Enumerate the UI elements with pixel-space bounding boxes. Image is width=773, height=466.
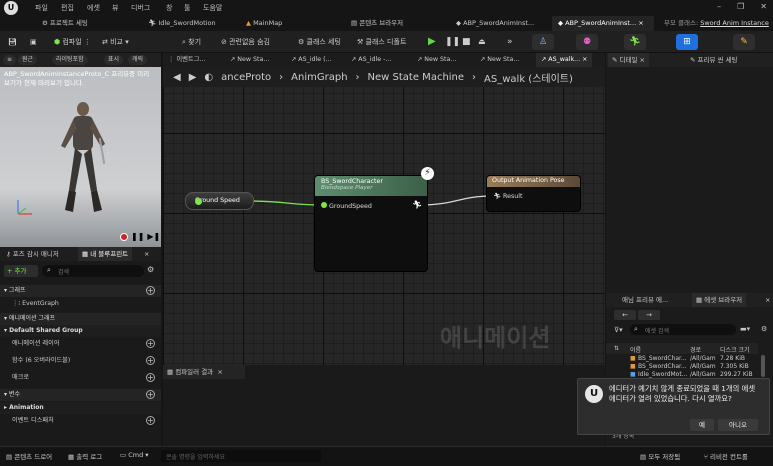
compiler-results-panel: ▦ 컴파일러 결과 ×	[163, 365, 605, 446]
content-drawer-button[interactable]: ▤ 콘텐츠 드로어	[6, 451, 52, 461]
pencil-icon: ✎	[690, 56, 698, 64]
node-output-pose[interactable]: Output Animation Pose 🏃︎ Result	[486, 175, 581, 212]
forward-arrow-icon[interactable]: →	[638, 310, 660, 320]
back-arrow-icon[interactable]: ←	[614, 310, 636, 320]
column-name[interactable]: 이름	[630, 345, 641, 354]
asset-icon: ■	[630, 363, 636, 370]
drawer-label: 콘텐츠 드로어	[14, 453, 53, 461]
close-tab-icon[interactable]: ×	[761, 293, 773, 307]
console-input[interactable]: 콘솔 명령을 입력하세요	[161, 450, 321, 462]
asset-path: /All/Gam	[690, 355, 716, 362]
output-log-button[interactable]: ▦ 출력 로그	[68, 451, 102, 461]
asset-search-input[interactable]: ⌕ 에셋 검색	[630, 324, 736, 335]
yes-button[interactable]: 예	[690, 419, 714, 431]
console-placeholder: 콘솔 명령을 입력하세요	[166, 454, 226, 461]
node-title: Output Animation Pose	[487, 176, 580, 187]
fast-path-icon: ⚡︎	[421, 167, 434, 180]
asset-table-body: ■ BS_SwordChar... /All/Gam 7.28 KiB ■ BS…	[606, 355, 758, 379]
save-all-label: 모두 저장됨	[648, 453, 681, 461]
node-ground-speed[interactable]: Ground Speed	[185, 192, 254, 210]
input-pin-row[interactable]: GroundSpeed	[321, 202, 372, 210]
details-tabs: ✎ 디테일 × ✎ 프리뷰 씬 세팅	[606, 53, 773, 67]
sort-icon: ⇅	[614, 345, 620, 352]
tab-label: 컴파일러 결과	[175, 368, 214, 376]
node-title: BS_SwordCharacter	[321, 178, 383, 185]
asset-size: 7.28 KiB	[720, 355, 745, 362]
close-tab-icon[interactable]: ×	[217, 368, 222, 376]
restore-notification: U 에디터가 예기치 않게 종료되었을 때 1개의 에셋 에디터가 열려 있었습…	[577, 378, 770, 435]
console-icon: ▭	[120, 451, 129, 459]
revision-control-button[interactable]: ⑂ 리비전 컨트롤	[704, 451, 748, 461]
files-icon: ▤	[640, 453, 649, 461]
result-pin-row[interactable]: 🏃︎ Result	[493, 192, 522, 200]
tab-label: 프리뷰 씬 세팅	[697, 56, 738, 64]
table-row[interactable]: ■ BS_SwordChar... /All/Gam 7.28 KiB	[606, 355, 758, 363]
asset-icon: ▦	[696, 296, 705, 304]
pose-input-pin-icon[interactable]: 🏃︎	[493, 193, 501, 200]
compiler-icon: ▦	[167, 368, 176, 376]
tab-compiler-results[interactable]: ▦ 컴파일러 결과 ×	[163, 365, 245, 379]
tab-anim-preview-editor[interactable]: 애님 프리뷰 에...	[618, 293, 672, 307]
scrollbar[interactable]	[761, 355, 765, 377]
wire-pose	[419, 195, 493, 206]
tab-asset-browser[interactable]: ▦ 에셋 브라우저	[692, 293, 747, 307]
unreal-logo-icon: U	[585, 385, 603, 403]
tab-details[interactable]: ✎ 디테일 ×	[608, 53, 649, 67]
pencil-icon: ✎	[612, 56, 620, 64]
asset-tabs: 애님 프리뷰 에... ▦ 에셋 브라우저 ×	[606, 293, 773, 307]
pin-label: Result	[503, 193, 523, 200]
tab-preview-scene-settings[interactable]: ✎ 프리뷰 씬 세팅	[686, 53, 742, 67]
column-size[interactable]: 디스크 크기	[720, 345, 750, 354]
output-pin-icon[interactable]	[195, 198, 202, 205]
revision-label: 리비전 컨트롤	[709, 453, 748, 461]
asset-path: /All/Gam	[690, 371, 716, 378]
asset-icon: ■	[630, 355, 636, 362]
asset-icon: ■	[630, 371, 636, 378]
folder-icon[interactable]: ▬▾	[740, 325, 750, 333]
close-tab-icon[interactable]: ×	[640, 56, 645, 64]
cmd-label: Cmd	[128, 451, 144, 459]
asset-table-header: ⇅ 이름 경로 디스크 크기	[606, 343, 758, 354]
tab-label: 에셋 브라우저	[704, 296, 743, 304]
pin-label: GroundSpeed	[329, 203, 372, 210]
node-blendspace-player[interactable]: BS_SwordCharacter Blendspace Player Grou…	[314, 175, 428, 272]
output-label: 출력 로그	[76, 453, 103, 461]
node-header: BS_SwordCharacter Blendspace Player	[315, 176, 427, 196]
asset-name: BS_SwordChar...	[638, 355, 687, 362]
search-placeholder: 에셋 검색	[645, 328, 669, 335]
node-subtitle: Blendspace Player	[321, 185, 373, 191]
cmd-button[interactable]: ▭ Cmd ▾	[120, 451, 149, 459]
no-button[interactable]: 아니오	[718, 419, 758, 431]
pose-output-pin-icon[interactable]: 🏃︎	[412, 200, 422, 209]
drawer-icon: ▤	[6, 453, 15, 461]
search-icon: ⌕	[634, 325, 638, 333]
save-all-status[interactable]: ▤ 모두 저장됨	[640, 451, 680, 461]
asset-size: 299.27 KiB	[720, 371, 753, 378]
filter-icon[interactable]: ⊽▾	[614, 326, 623, 334]
column-path[interactable]: 경로	[690, 345, 701, 354]
asset-name: BS_SwordChar...	[638, 363, 687, 370]
table-row[interactable]: ■ BS_SwordChar... /All/Gam 7.305 KiB	[606, 363, 758, 371]
asset-size: 7.305 KiB	[720, 363, 749, 370]
tab-label: 디테일	[619, 56, 638, 64]
status-bar: ▤ 콘텐츠 드로어 ▦ 출력 로그 ▭ Cmd ▾ 콘솔 명령을 입력하세요 ▤…	[0, 446, 773, 466]
details-panel: ✎ 디테일 × ✎ 프리뷰 씬 세팅	[606, 53, 773, 293]
wire-ground-speed	[247, 200, 323, 206]
asset-name: Idle_SwordMot...	[638, 371, 688, 378]
asset-path: /All/Gam	[690, 363, 716, 370]
log-icon: ▦	[68, 453, 77, 461]
input-pin-icon[interactable]	[321, 202, 327, 208]
notification-text: 에디터가 예기치 않게 종료되었을 때 1개의 에셋 에디터가 열려 있었습니다…	[609, 384, 756, 403]
settings-gear-icon[interactable]: ⚙	[761, 325, 767, 333]
